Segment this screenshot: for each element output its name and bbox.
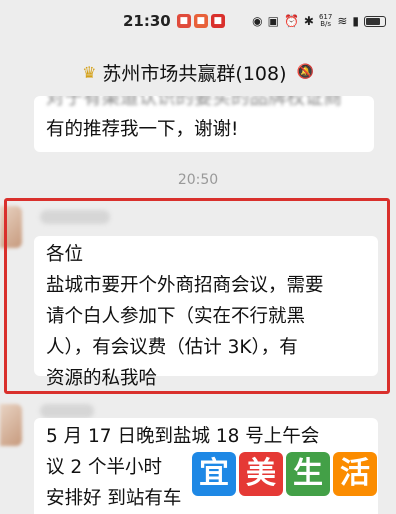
message-line: 请个白人参加下（实在不行就黑 [46, 306, 306, 327]
message-line: 盐城市要开个外商招商会议，需要 [46, 275, 324, 296]
chat-header: ♛ 苏州市场共赢群(108) 🔕 [0, 42, 396, 102]
message-bubble-highlighted[interactable]: 各位 盐城市要开个外商招商会议，需要 请个白人参加下（实在不行就黑 人），有会议… [34, 236, 378, 389]
message-bubble[interactable]: 对于有渠道认识的要买的品牌权证商 有的推荐我一下，谢谢! [34, 96, 374, 152]
watermark-char: 生 [286, 452, 330, 496]
notification-app-icon-2: ■ [193, 14, 208, 28]
notification-app-icon-3: ■ [210, 14, 225, 28]
alarm-icon: ⏰ [283, 14, 299, 28]
wifi-icon: ≋ [337, 14, 348, 28]
status-icons: ◉ ▣ ⏰ ✱ 617 B/s ≋ ▮ [252, 14, 386, 28]
notification-app-icon: ■ [176, 14, 191, 28]
nfc-icon: ▣ [267, 14, 279, 28]
bell-muted-icon: 🔕 [296, 64, 314, 80]
message-line: 人），有会议费（估计 3K），有 [46, 337, 298, 358]
time-divider: 20:50 [177, 172, 219, 188]
bluetooth-icon: ✱ [303, 14, 314, 28]
net-speed-unit: B/s [320, 20, 332, 28]
message-line: 5 月 17 日晚到盐城 18 号上午会 [46, 426, 320, 447]
message-line: 各位 [46, 244, 84, 265]
watermark-char: 美 [239, 452, 283, 496]
avatar[interactable] [0, 404, 22, 446]
message-line: 有的推荐我一下，谢谢! [46, 119, 239, 140]
watermark-char: 宜 [192, 452, 236, 496]
watermark-logo: 宜 美 生 活 [192, 452, 377, 496]
signal-icon: ▮ [352, 14, 359, 28]
battery-icon [364, 15, 386, 27]
eye-icon: ◉ [252, 14, 263, 28]
message-line-cut: 对于有渠道认识的要买的品牌权证商 [46, 96, 343, 109]
crown-icon: ♛ [82, 62, 97, 82]
status-bar: 21:30 ■ ■ ■ ◉ ▣ ⏰ ✱ 617 B/s ≋ ▮ [0, 0, 396, 42]
sender-name [40, 404, 94, 418]
status-time: 21:30 [123, 12, 171, 30]
watermark-char: 活 [333, 452, 377, 496]
chat-title[interactable]: 苏州市场共赢群(108) [102, 59, 286, 86]
message-line: 资源的私我哈 [46, 368, 158, 389]
net-speed: 617 B/s [319, 14, 332, 28]
